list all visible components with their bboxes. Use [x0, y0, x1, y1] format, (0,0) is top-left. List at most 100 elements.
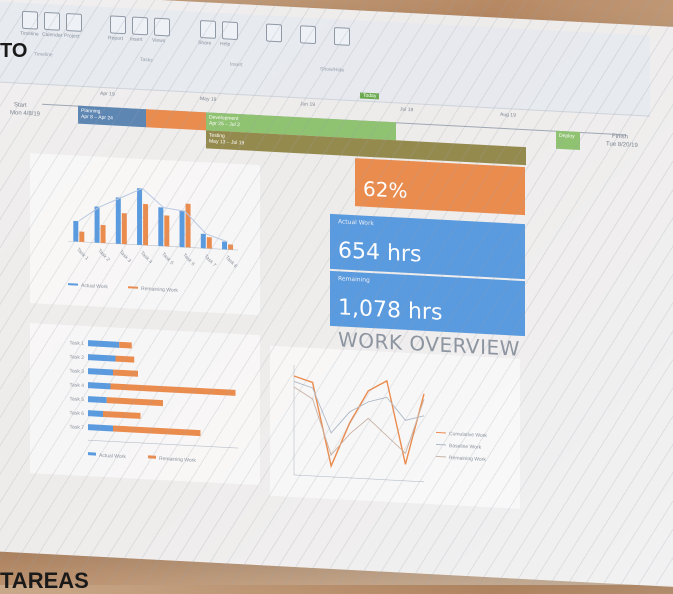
bar: [200, 233, 206, 249]
ribbon-button-insert[interactable]: Insert: [130, 36, 143, 43]
bar: [94, 206, 100, 243]
legend-swatch: [148, 455, 156, 459]
legend-label: Baseline Work: [449, 443, 482, 451]
bar: [88, 382, 111, 390]
x-axis: [294, 474, 424, 483]
bar: [88, 340, 120, 348]
bar: [206, 237, 212, 249]
x-tick-label: Task 8: [224, 255, 239, 270]
series-line: [293, 386, 425, 456]
project-report-sheet: Timeline Calendar Project Report Insert …: [0, 0, 673, 589]
legend-swatch: [128, 286, 138, 289]
bar: [88, 424, 113, 432]
bar: [113, 369, 138, 377]
bar: [143, 203, 149, 246]
y-tick-label: Task 1: [70, 340, 85, 347]
bar: [88, 396, 107, 404]
share-icon[interactable]: [200, 20, 216, 39]
y-tick-label: Task 6: [70, 410, 85, 417]
task-name: Deploy: [559, 132, 575, 140]
bar: [164, 215, 170, 247]
bar: [79, 231, 85, 242]
ribbon-group-timeline: Timeline: [34, 51, 53, 59]
remaining-work-label: Remaining: [338, 275, 370, 284]
legend-label: Actual Work: [99, 453, 126, 460]
timeline-icon[interactable]: [22, 10, 38, 30]
ribbon-group-insert: Insert: [230, 61, 243, 69]
timeline-task-deploy[interactable]: Deploy: [556, 130, 580, 150]
series-line: [293, 381, 425, 434]
x-tick-label: Task 7: [203, 254, 218, 269]
timeline-finish-label: Finish: [612, 133, 629, 141]
timeline-task-planning[interactable]: Planning Apr 8 – Apr 24: [78, 105, 146, 128]
bar: [158, 207, 164, 247]
bar: [100, 224, 106, 244]
ribbon-button-views[interactable]: Views: [152, 38, 165, 45]
calendar-icon[interactable]: [44, 11, 60, 31]
bar: [115, 355, 135, 363]
legend-label: Actual Work: [81, 283, 108, 290]
x-tick-label: Task 5: [160, 251, 175, 266]
percent-complete-value: 62%: [363, 176, 408, 203]
actual-work-value: 654 hrs: [338, 238, 422, 268]
work-by-task-column-chart: Task 1 Task 2 Task 3 Task 4 Task 5 Task 6 Task…: [68, 187, 239, 294]
x-tick-label: Task 2: [96, 248, 111, 263]
timeline-tick: May 19: [200, 96, 217, 103]
legend-label: Remaining Work: [449, 455, 486, 463]
bar: [137, 188, 143, 246]
bar: [106, 397, 163, 407]
options-icon[interactable]: [334, 27, 350, 46]
help-icon[interactable]: [222, 21, 238, 41]
bar: [179, 210, 185, 248]
corner-title-bottom: TAREAS: [0, 568, 89, 593]
view-icon[interactable]: [300, 25, 316, 45]
timeline-task-orange[interactable]: [146, 109, 206, 131]
ribbon-button-help[interactable]: Help: [220, 41, 230, 48]
bar: [222, 241, 228, 250]
y-tick-label: Task 3: [70, 368, 85, 375]
legend-swatch: [436, 443, 446, 446]
timeline-tick: Apr 19: [100, 90, 115, 98]
corner-title-top: TO: [0, 40, 28, 62]
x-tick-label: Task 6: [181, 252, 196, 267]
ribbon-button-calendar[interactable]: Calendar: [42, 32, 62, 39]
ribbon-group-tasks: Tasks: [140, 56, 153, 64]
ribbon-button-share[interactable]: Share: [198, 40, 211, 47]
y-tick-label: Task 2: [70, 354, 85, 361]
legend-swatch: [436, 455, 446, 458]
actual-work-label: Actual Work: [338, 218, 374, 228]
x-tick-label: Task 1: [75, 247, 90, 262]
remaining-work-card: Remaining 1,078 hrs: [330, 270, 525, 337]
legend-label: Remaining Work: [141, 286, 178, 294]
percent-complete-card: 62%: [355, 158, 525, 216]
timeline-tick: Jul 19: [400, 106, 414, 114]
report-icon[interactable]: [110, 15, 126, 35]
timeline-start-label: Start: [14, 102, 27, 109]
today-marker: Today: [360, 92, 380, 100]
insert-icon[interactable]: [132, 16, 148, 36]
bar: [88, 368, 113, 376]
x-axis: [68, 240, 238, 251]
legend-swatch: [436, 431, 446, 434]
y-tick-label: Task 7: [70, 424, 85, 431]
bar: [185, 203, 191, 248]
bar: [73, 220, 79, 242]
bar: [121, 213, 127, 245]
x-axis: [88, 439, 238, 449]
timeline-tick: Jun 19: [300, 101, 316, 109]
ribbon-button-timeline[interactable]: Timeline: [20, 31, 39, 38]
y-tick-label: Task 4: [70, 382, 85, 389]
project-icon[interactable]: [66, 13, 82, 32]
bar: [115, 197, 121, 244]
y-tick-label: Task 5: [70, 396, 85, 403]
views-icon[interactable]: [154, 17, 170, 37]
ribbon-button-project[interactable]: Project: [64, 33, 80, 40]
actual-work-card: Actual Work 654 hrs: [330, 213, 525, 280]
format-icon[interactable]: [266, 23, 282, 43]
ribbon-button-report[interactable]: Report: [108, 35, 123, 42]
timeline-tick: Aug 19: [500, 111, 516, 119]
x-tick-label: Task 3: [118, 249, 133, 264]
bar: [119, 341, 132, 349]
work-by-task-bar-chart: Task 1 Task 2 Task 3 Task 4 Task 5 Task 6 Task…: [70, 340, 238, 464]
legend-label: Remaining Work: [159, 456, 196, 464]
